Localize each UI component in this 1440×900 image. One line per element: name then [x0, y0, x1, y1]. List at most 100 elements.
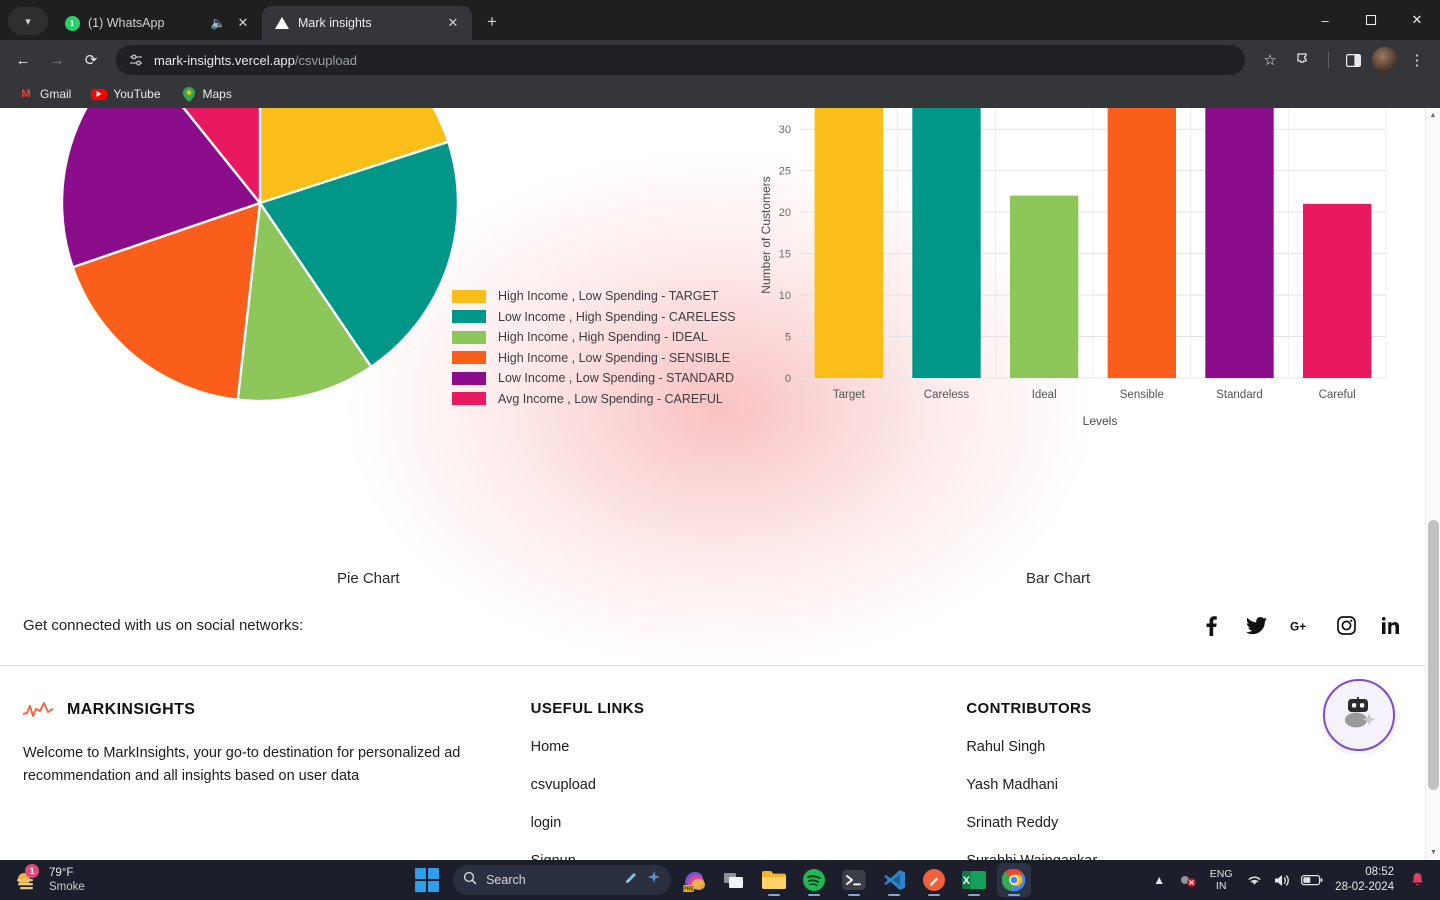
footer-link-home[interactable]: Home: [531, 739, 967, 755]
page-viewport: High Income , Low Spending - TARGET Low I…: [0, 108, 1440, 860]
footer-description: Welcome to MarkInsights, your go-to dest…: [23, 745, 461, 784]
pie-legend-item: Low Income , Low Spending - STANDARD: [452, 368, 736, 389]
postman-icon[interactable]: [917, 863, 951, 897]
spotify-icon[interactable]: [797, 863, 831, 897]
chrome-icon[interactable]: [997, 863, 1032, 897]
taskbar-search-placeholder: Search: [486, 873, 526, 887]
gmail-icon: M: [21, 88, 31, 100]
taskbar-weather-widget[interactable]: 1 79°F Smoke: [0, 864, 300, 894]
pen-icon[interactable]: [624, 871, 638, 890]
instagram-icon[interactable]: [1335, 615, 1357, 637]
footer-brand-column: MARKINSIGHTS Welcome to MarkInsights, yo…: [22, 700, 531, 860]
browser-tab-whatsapp[interactable]: 1 (1) WhatsApp 🔈 ✕: [52, 6, 262, 40]
minimize-button[interactable]: –: [1302, 0, 1348, 40]
bar-x-tick-label: Careless: [924, 389, 970, 401]
footer-link-login[interactable]: login: [531, 815, 967, 831]
bar-x-tick-label: Standard: [1216, 389, 1263, 401]
pie-legend-swatch: [452, 371, 486, 385]
taskbar-center: Search PRE X: [300, 863, 1146, 897]
page-scrollbar[interactable]: ▲ ▼: [1425, 108, 1440, 860]
tune-icon[interactable]: [128, 52, 144, 68]
speaker-icon[interactable]: [1270, 865, 1296, 895]
bar-rect: [912, 108, 981, 378]
url-text: mark-insights.vercel.app/csvupload: [154, 53, 357, 68]
bookmarks-bar: M Gmail YouTube Maps: [0, 80, 1440, 108]
svg-text:X: X: [963, 875, 971, 887]
taskbar-search-box[interactable]: Search: [453, 865, 672, 895]
bar-y-tick-label: 25: [779, 166, 791, 178]
pie-chart: High Income , Low Spending - TARGET Low I…: [40, 108, 736, 423]
star-icon[interactable]: ☆: [1255, 45, 1285, 75]
tab-close-button[interactable]: ✕: [234, 14, 252, 32]
bar-x-tick-label: Ideal: [1032, 389, 1057, 401]
svg-text:G+: G+: [1290, 619, 1306, 632]
chatbot-icon: [1345, 697, 1376, 728]
reload-button[interactable]: ⟳: [76, 45, 106, 75]
vscode-icon[interactable]: [877, 863, 911, 897]
bookmark-youtube[interactable]: YouTube: [83, 83, 168, 105]
terminal-icon[interactable]: [837, 863, 871, 897]
browser-toolbar: ← → ⟳ mark-insights.vercel.app/csvupload…: [0, 40, 1440, 80]
side-panel-icon[interactable]: [1338, 45, 1368, 75]
weather-condition: Smoke: [49, 881, 85, 893]
footer-useful-links-heading: USEFUL LINKS: [530, 700, 645, 717]
bar-chart-caption: Bar Chart: [1026, 570, 1091, 587]
copilot-pro-icon[interactable]: PRE: [677, 863, 711, 897]
twitter-icon[interactable]: [1245, 615, 1267, 637]
scrollbar-thumb[interactable]: [1428, 520, 1439, 790]
url-path: /csvupload: [294, 52, 358, 68]
linkedin-icon[interactable]: [1380, 615, 1402, 637]
footer-link-signup[interactable]: Signup: [531, 853, 967, 860]
profile-avatar[interactable]: [1372, 47, 1398, 73]
tab-close-button[interactable]: ✕: [444, 14, 462, 32]
tab-audio-icon[interactable]: 🔈: [210, 16, 226, 30]
sparkle-icon[interactable]: [647, 870, 661, 890]
address-bar[interactable]: mark-insights.vercel.app/csvupload: [116, 45, 1245, 75]
bookmark-gmail[interactable]: M Gmail: [10, 83, 79, 105]
chevron-up-icon[interactable]: ▲: [1146, 865, 1172, 895]
new-tab-button[interactable]: +: [478, 8, 506, 36]
language-indicator[interactable]: ENG IN: [1204, 868, 1238, 892]
windows-start-icon[interactable]: [415, 868, 440, 892]
excel-icon[interactable]: X: [957, 863, 991, 897]
close-window-button[interactable]: ✕: [1394, 0, 1440, 40]
taskbar-clock[interactable]: 08:52 28-02-2024: [1328, 865, 1401, 895]
footer-brand-name: MARKINSIGHTS: [67, 701, 196, 718]
pie-legend-item: High Income , High Spending - IDEAL: [452, 327, 736, 348]
pie-chart-svg: [60, 108, 460, 403]
google-plus-icon[interactable]: G+: [1290, 615, 1312, 637]
facebook-icon[interactable]: [1200, 615, 1222, 637]
social-prompt: Get connected with us on social networks…: [23, 617, 304, 634]
scroll-down-arrow[interactable]: ▼: [1426, 845, 1440, 860]
three-dot-menu-icon[interactable]: ⋮: [1402, 45, 1432, 75]
bell-icon[interactable]: [1404, 865, 1430, 895]
social-networks-strip: Get connected with us on social networks…: [0, 586, 1425, 666]
charts-section: High Income , Low Spending - TARGET Low I…: [0, 108, 1425, 608]
bookmark-label: Gmail: [40, 87, 72, 101]
antivirus-alert-icon[interactable]: [1175, 865, 1201, 895]
pie-chart-legend: High Income , Low Spending - TARGET Low I…: [452, 286, 736, 409]
puzzle-icon[interactable]: [1289, 45, 1319, 75]
clock-date: 28-02-2024: [1335, 881, 1394, 893]
footer-link-csvupload[interactable]: csvupload: [531, 777, 967, 793]
bar-rect: [1302, 203, 1372, 378]
bar-rect: [814, 108, 884, 379]
vercel-triangle-icon: [274, 15, 290, 31]
battery-icon[interactable]: [1299, 865, 1325, 895]
bookmark-maps[interactable]: Maps: [173, 83, 240, 105]
forward-button[interactable]: →: [42, 45, 72, 75]
pie-legend-label: High Income , High Spending - IDEAL: [498, 330, 708, 345]
pie-legend-swatch: [452, 289, 486, 303]
scroll-up-arrow[interactable]: ▲: [1426, 108, 1440, 123]
maximize-restore-button[interactable]: [1348, 0, 1394, 40]
browser-tab-mark-insights[interactable]: Mark insights ✕: [262, 6, 472, 40]
search-icon: [463, 871, 477, 890]
task-view-icon[interactable]: [717, 863, 751, 897]
tab-search-button[interactable]: ▾: [8, 7, 48, 35]
back-button[interactable]: ←: [8, 45, 38, 75]
file-explorer-icon[interactable]: [757, 863, 791, 897]
browser-tab-strip: ▾ 1 (1) WhatsApp 🔈 ✕ Mark insights ✕ + –…: [0, 0, 1440, 40]
bar-y-axis-label: Number of Customers: [759, 176, 773, 293]
chatbot-fab-button[interactable]: [1323, 679, 1395, 751]
wifi-icon[interactable]: [1241, 865, 1267, 895]
